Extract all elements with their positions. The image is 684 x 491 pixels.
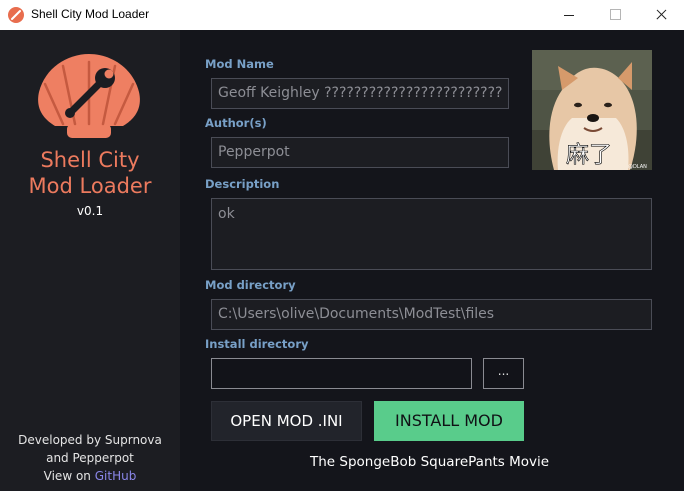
minimize-button[interactable] — [546, 0, 592, 30]
preview-caption: 麻了 — [566, 142, 612, 168]
shell-wrench-logo-icon — [33, 48, 145, 148]
credit-github-line: View on GitHub — [0, 467, 180, 485]
mod-preview-image: 麻了 @DLAN — [532, 50, 652, 170]
github-link[interactable]: GitHub — [95, 469, 137, 483]
mod-name-label: Mod Name — [205, 57, 274, 71]
credit-developers-2: and Pepperpot — [46, 451, 134, 465]
sidebar: Shell City Mod Loader v0.1 Developed by … — [0, 30, 180, 491]
window-title: Shell City Mod Loader — [31, 7, 150, 21]
credit-view-on: View on — [43, 469, 91, 483]
title-bar: Shell City Mod Loader — [0, 0, 684, 30]
maximize-button[interactable] — [592, 0, 638, 30]
install-directory-field[interactable] — [211, 358, 472, 389]
install-mod-button[interactable]: INSTALL MOD — [374, 401, 524, 441]
credit-developers: Developed by Suprnova — [18, 433, 162, 447]
mod-directory-label: Mod directory — [205, 278, 296, 292]
description-label: Description — [205, 177, 280, 191]
browse-button[interactable]: ... — [483, 358, 524, 389]
mod-directory-field[interactable]: C:\Users\olive\Documents\ModTest\files — [211, 299, 652, 330]
open-mod-ini-button[interactable]: OPEN MOD .INI — [211, 401, 362, 441]
version-label: v0.1 — [76, 204, 104, 218]
app-shell-icon — [8, 7, 24, 23]
brand-title-line1: Shell City — [40, 148, 140, 172]
description-field[interactable]: ok — [211, 198, 652, 270]
authors-field[interactable]: Pepperpot — [211, 137, 509, 168]
brand-title-line2: Mod Loader — [28, 174, 152, 198]
close-button[interactable] — [638, 0, 684, 30]
install-directory-label: Install directory — [205, 337, 309, 351]
game-title-label: The SpongeBob SquarePants Movie — [310, 454, 550, 470]
app-window: Shell City Mod Loader Shell City Mod Loa… — [0, 0, 684, 491]
main-panel: Mod Name Geoff Keighley ????????????????… — [180, 30, 684, 491]
authors-label: Author(s) — [205, 116, 267, 130]
mod-name-field[interactable]: Geoff Keighley ???????????????????????? — [211, 78, 509, 109]
preview-watermark: @DLAN — [628, 164, 647, 170]
